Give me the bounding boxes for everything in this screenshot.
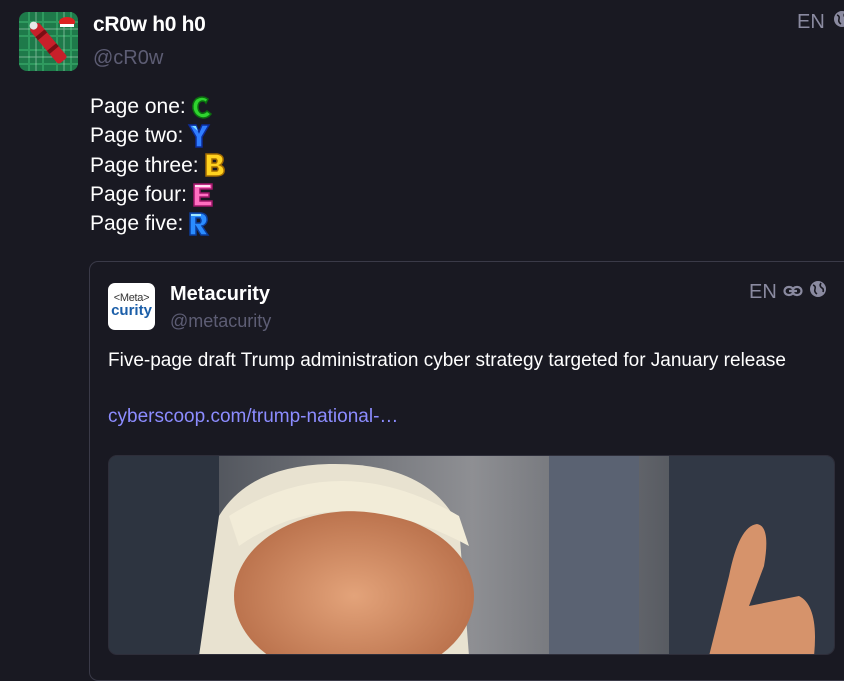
post-content: Page one: Page two: Page three: Page fou… <box>90 92 227 238</box>
letter-b-emoji-icon <box>204 153 225 177</box>
letter-y-emoji-icon <box>188 124 211 148</box>
line-text: Page one: <box>90 95 186 118</box>
globe-icon[interactable] <box>809 280 827 304</box>
line-text: Page three: <box>90 153 199 177</box>
author-display-name[interactable]: cR0w h0 h0 <box>93 13 206 37</box>
author-handle[interactable]: @cR0w <box>93 47 163 70</box>
quote-media-image[interactable] <box>108 455 835 655</box>
link-icon[interactable] <box>783 281 803 304</box>
avatar-text-bottom: curity <box>111 302 152 319</box>
line-text: Page two: <box>90 124 184 148</box>
author-avatar[interactable] <box>19 12 78 71</box>
language-badge: EN <box>797 10 825 33</box>
quote-author-avatar[interactable]: <Meta> curity <box>108 283 155 330</box>
quote-author-handle[interactable]: @metacurity <box>170 311 271 332</box>
quote-author-display-name[interactable]: Metacurity <box>170 283 270 306</box>
content-line: Page four: <box>90 180 227 209</box>
letter-c-emoji-icon <box>191 95 212 119</box>
quote-text: Five-page draft Trump administration cyb… <box>108 350 786 371</box>
line-text: Page four: <box>90 182 187 206</box>
content-line: Page five: <box>90 209 227 238</box>
quote-link[interactable]: cyberscoop.com/trump-national-… <box>108 406 398 428</box>
photo-placeholder <box>109 456 834 654</box>
letter-e-emoji-icon <box>193 182 213 207</box>
post-meta: EN <box>797 10 844 34</box>
content-line: Page one: <box>90 92 227 121</box>
quote-meta: EN <box>749 280 827 304</box>
content-line: Page three: <box>90 151 227 180</box>
line-text: Page five: <box>90 212 184 236</box>
quote-language-badge: EN <box>749 280 777 303</box>
avatar-image <box>19 12 78 71</box>
content-line: Page two: <box>90 121 227 150</box>
globe-icon[interactable] <box>833 10 844 34</box>
letter-r-emoji-icon <box>189 212 210 236</box>
